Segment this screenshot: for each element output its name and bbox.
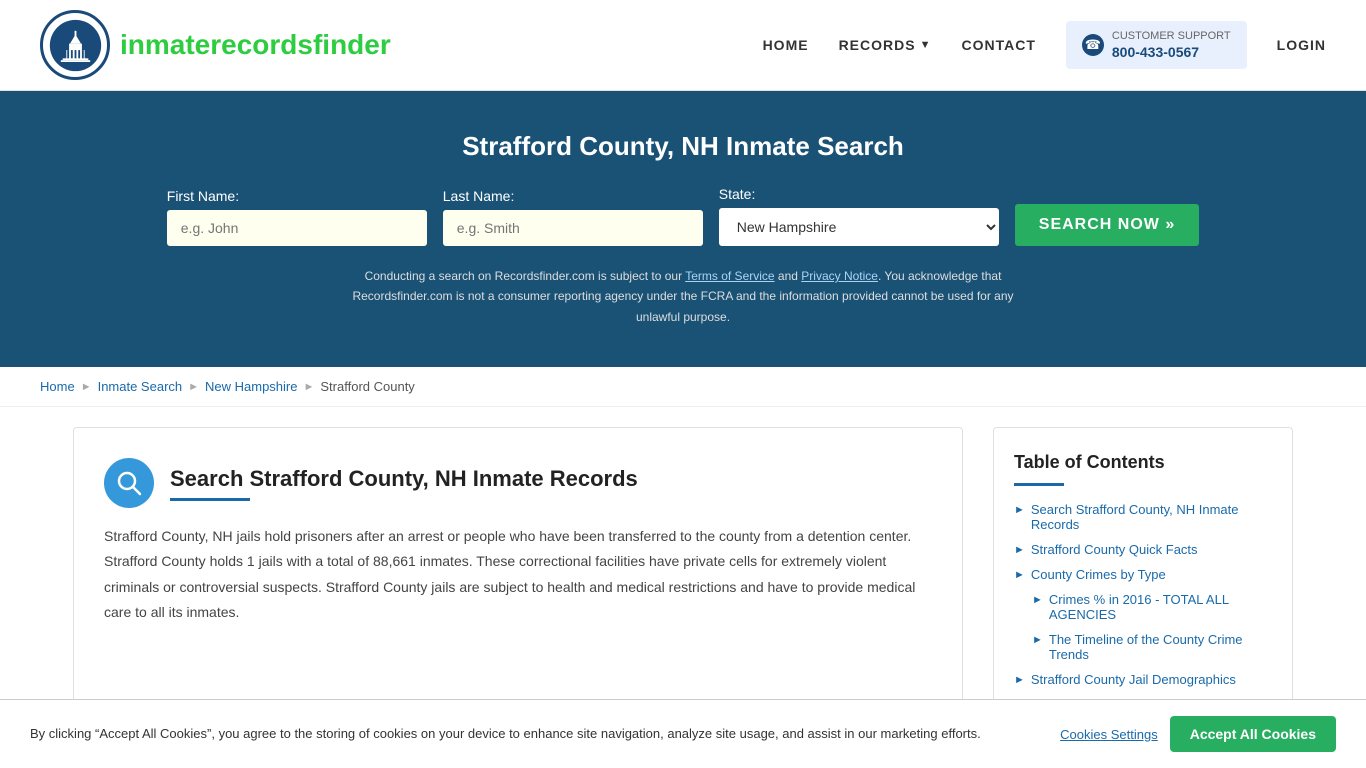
site-header: inmaterecordsfinder HOME RECORDS ▼ CONTA…	[0, 0, 1366, 91]
terms-link[interactable]: Terms of Service	[685, 269, 774, 283]
toc-item-2: ► Strafford County Quick Facts	[1014, 542, 1272, 557]
hero-title: Strafford County, NH Inmate Search	[20, 131, 1346, 162]
disclaimer-text: Conducting a search on Recordsfinder.com…	[333, 266, 1033, 327]
last-name-label: Last Name:	[443, 188, 703, 204]
section-title: Search Strafford County, NH Inmate Recor…	[170, 466, 638, 492]
toc-link-4[interactable]: ► Crimes % in 2016 - TOTAL ALL AGENCIES	[1032, 592, 1272, 622]
section-header: Search Strafford County, NH Inmate Recor…	[104, 458, 932, 508]
search-button[interactable]: SEARCH NOW »	[1015, 204, 1199, 246]
toc-item-6: ► Strafford County Jail Demographics	[1014, 672, 1272, 687]
headset-icon: ☎	[1082, 34, 1104, 56]
chevron-right-icon: ►	[1014, 569, 1025, 581]
breadcrumb-new-hampshire[interactable]: New Hampshire	[205, 379, 297, 394]
nav-home[interactable]: HOME	[763, 37, 809, 53]
nav-contact[interactable]: CONTACT	[961, 37, 1035, 53]
chevron-right-icon: ►	[1032, 594, 1043, 606]
state-select[interactable]: New Hampshire Alabama Alaska Arizona Cal…	[719, 208, 999, 246]
breadcrumb: Home ► Inmate Search ► New Hampshire ► S…	[0, 367, 1366, 407]
privacy-link[interactable]: Privacy Notice	[801, 269, 878, 283]
section-underline	[170, 498, 250, 501]
first-name-group: First Name:	[167, 188, 427, 246]
nav-login[interactable]: LOGIN	[1277, 37, 1326, 53]
breadcrumb-inmate-search[interactable]: Inmate Search	[98, 379, 183, 394]
toc-title: Table of Contents	[1014, 452, 1272, 473]
chevron-right-icon: ►	[1014, 504, 1025, 516]
cookie-text: By clicking “Accept All Cookies”, you ag…	[30, 724, 1040, 744]
chevron-right-icon: ►	[1014, 544, 1025, 556]
breadcrumb-sep-2: ►	[188, 381, 199, 393]
search-icon	[104, 458, 154, 508]
cookies-settings-button[interactable]: Cookies Settings	[1060, 727, 1158, 742]
chevron-right-icon: ►	[1032, 634, 1043, 646]
toc-link-5[interactable]: ► The Timeline of the County Crime Trend…	[1032, 632, 1272, 662]
cookie-actions: Cookies Settings Accept All Cookies	[1060, 716, 1336, 752]
section-title-block: Search Strafford County, NH Inmate Recor…	[170, 466, 638, 501]
content-left: Search Strafford County, NH Inmate Recor…	[73, 427, 963, 722]
accept-all-cookies-button[interactable]: Accept All Cookies	[1170, 716, 1336, 752]
toc-divider	[1014, 483, 1064, 486]
breadcrumb-sep-1: ►	[81, 381, 92, 393]
support-box: ☎ CUSTOMER SUPPORT 800-433-0567	[1066, 21, 1247, 69]
main-content: Search Strafford County, NH Inmate Recor…	[43, 427, 1323, 722]
toc-item-3: ► County Crimes by Type	[1014, 567, 1272, 582]
toc-link-1[interactable]: ► Search Strafford County, NH Inmate Rec…	[1014, 502, 1272, 532]
last-name-group: Last Name:	[443, 188, 703, 246]
toc-link-3[interactable]: ► County Crimes by Type	[1014, 567, 1272, 582]
state-group: State: New Hampshire Alabama Alaska Ariz…	[719, 186, 999, 246]
toc-list: ► Search Strafford County, NH Inmate Rec…	[1014, 502, 1272, 687]
toc-link-6[interactable]: ► Strafford County Jail Demographics	[1014, 672, 1272, 687]
state-label: State:	[719, 186, 999, 202]
last-name-input[interactable]	[443, 210, 703, 246]
logo-text: inmaterecordsfinder	[120, 29, 391, 61]
breadcrumb-home[interactable]: Home	[40, 379, 75, 394]
search-form: First Name: Last Name: State: New Hampsh…	[20, 186, 1346, 246]
toc-sidebar: Table of Contents ► Search Strafford Cou…	[993, 427, 1293, 722]
chevron-right-icon: ►	[1014, 674, 1025, 686]
toc-item-5: ► The Timeline of the County Crime Trend…	[1032, 632, 1272, 662]
logo-icon	[40, 10, 110, 80]
breadcrumb-sep-3: ►	[304, 381, 315, 393]
breadcrumb-current: Strafford County	[320, 379, 414, 394]
nav-records[interactable]: RECORDS ▼	[839, 37, 932, 53]
logo-area: inmaterecordsfinder	[40, 10, 391, 80]
main-nav: HOME RECORDS ▼ CONTACT ☎ CUSTOMER SUPPOR…	[763, 21, 1326, 69]
first-name-label: First Name:	[167, 188, 427, 204]
cookie-banner: By clicking “Accept All Cookies”, you ag…	[0, 699, 1366, 768]
first-name-input[interactable]	[167, 210, 427, 246]
toc-item-4: ► Crimes % in 2016 - TOTAL ALL AGENCIES	[1032, 592, 1272, 622]
toc-item-1: ► Search Strafford County, NH Inmate Rec…	[1014, 502, 1272, 532]
chevron-down-icon: ▼	[920, 39, 932, 51]
hero-section: Strafford County, NH Inmate Search First…	[0, 91, 1366, 367]
toc-link-2[interactable]: ► Strafford County Quick Facts	[1014, 542, 1272, 557]
section-body: Strafford County, NH jails hold prisoner…	[104, 524, 932, 625]
